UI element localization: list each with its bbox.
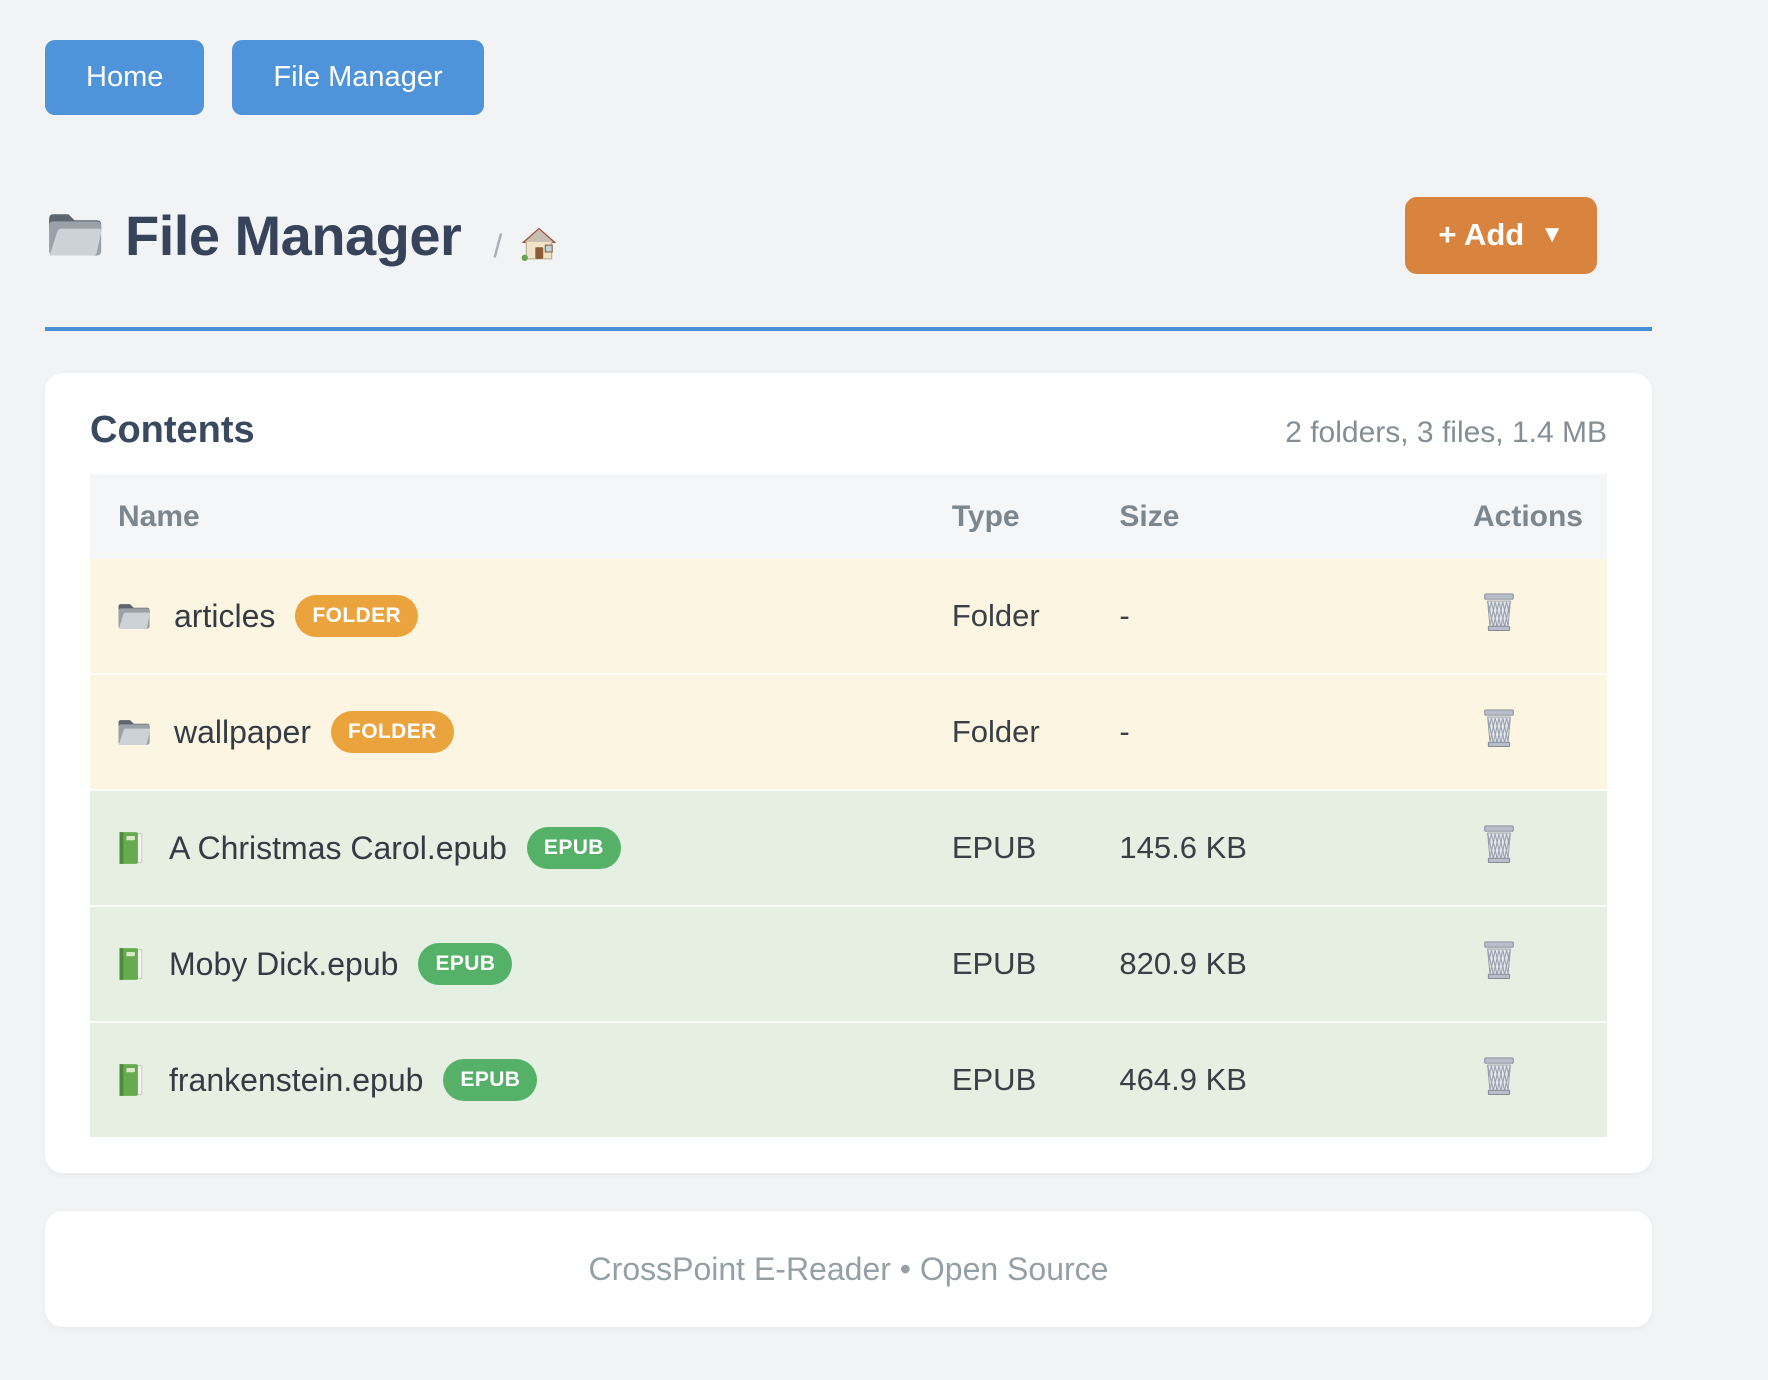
book-icon: [116, 830, 147, 866]
page-header: File Manager / + Add ▼: [45, 189, 1652, 281]
contents-heading: Contents: [90, 409, 255, 452]
trash-icon: [1480, 737, 1518, 752]
table-row: wallpaper FOLDER Folder -: [90, 674, 1607, 790]
type-badge: FOLDER: [295, 595, 418, 637]
column-header-size: Size: [1118, 474, 1391, 559]
book-icon: [116, 946, 147, 982]
page-title: File Manager: [125, 203, 461, 268]
file-table: Name Type Size Actions articles: [90, 474, 1607, 1137]
file-name[interactable]: A Christmas Carol.epub: [169, 830, 507, 867]
breadcrumb-separator: /: [493, 230, 502, 262]
file-size: -: [1119, 714, 1129, 749]
trash-icon: [1480, 853, 1518, 868]
trash-icon: [1480, 1085, 1518, 1100]
delete-button[interactable]: [1480, 823, 1518, 865]
type-badge: EPUB: [418, 943, 512, 985]
file-size: 820.9 KB: [1119, 946, 1247, 981]
delete-button[interactable]: [1480, 1055, 1518, 1097]
book-icon: [116, 1062, 147, 1098]
top-nav: Home File Manager: [45, 40, 1652, 115]
file-type: EPUB: [952, 830, 1036, 865]
house-icon[interactable]: [520, 224, 558, 262]
title-group: File Manager /: [45, 203, 558, 268]
footer-text: CrossPoint E-Reader • Open Source: [589, 1251, 1109, 1288]
table-row: frankenstein.epub EPUB EPUB 464.9 KB: [90, 1022, 1607, 1137]
file-name[interactable]: frankenstein.epub: [169, 1062, 423, 1099]
add-button[interactable]: + Add ▼: [1405, 197, 1597, 274]
delete-button[interactable]: [1480, 707, 1518, 749]
file-size: 145.6 KB: [1119, 830, 1247, 865]
type-badge: EPUB: [443, 1059, 537, 1101]
add-button-label: + Add: [1438, 217, 1524, 253]
column-header-type: Type: [951, 474, 1119, 559]
column-header-name: Name: [90, 474, 951, 559]
folder-icon: [116, 717, 152, 748]
file-name[interactable]: wallpaper: [174, 714, 311, 751]
breadcrumb: /: [493, 224, 558, 268]
accent-divider: [45, 327, 1652, 331]
column-header-actions: Actions: [1391, 474, 1607, 559]
footer: CrossPoint E-Reader • Open Source: [45, 1211, 1652, 1327]
page: Home File Manager File Manager /: [0, 0, 1768, 1327]
file-type: EPUB: [952, 946, 1036, 981]
table-row: A Christmas Carol.epub EPUB EPUB 145.6 K…: [90, 790, 1607, 906]
folder-icon: [45, 209, 105, 261]
type-badge: EPUB: [527, 827, 621, 869]
type-badge: FOLDER: [331, 711, 454, 753]
chevron-down-icon: ▼: [1540, 223, 1564, 247]
contents-summary: 2 folders, 3 files, 1.4 MB: [1285, 416, 1607, 450]
home-button[interactable]: Home: [45, 40, 204, 115]
file-size: 464.9 KB: [1119, 1062, 1247, 1097]
folder-icon: [116, 601, 152, 632]
file-manager-button[interactable]: File Manager: [232, 40, 483, 115]
contents-card-header: Contents 2 folders, 3 files, 1.4 MB: [90, 409, 1607, 452]
file-name[interactable]: Moby Dick.epub: [169, 946, 398, 983]
delete-button[interactable]: [1480, 591, 1518, 633]
table-header-row: Name Type Size Actions: [90, 474, 1607, 559]
contents-table-body: articles FOLDER Folder -: [90, 559, 1607, 1137]
file-name[interactable]: articles: [174, 598, 275, 635]
file-type: Folder: [952, 714, 1040, 749]
file-type: Folder: [952, 598, 1040, 633]
trash-icon: [1480, 969, 1518, 984]
file-type: EPUB: [952, 1062, 1036, 1097]
trash-icon: [1480, 621, 1518, 636]
delete-button[interactable]: [1480, 939, 1518, 981]
table-row: Moby Dick.epub EPUB EPUB 820.9 KB: [90, 906, 1607, 1022]
table-row: articles FOLDER Folder -: [90, 559, 1607, 674]
contents-card: Contents 2 folders, 3 files, 1.4 MB Name…: [45, 373, 1652, 1173]
file-size: -: [1119, 598, 1129, 633]
